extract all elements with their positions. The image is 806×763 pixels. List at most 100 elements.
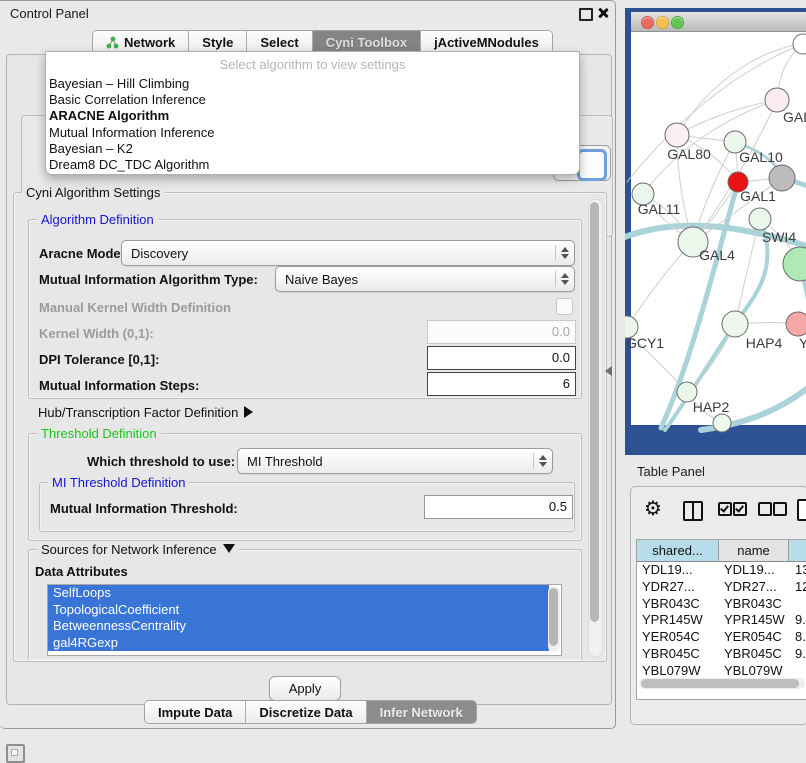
dropdown-item[interactable]: Dream8 DC_TDC Algorithm <box>46 157 579 173</box>
desktop: { "colors": { "accent_blue": "#3875d7", … <box>0 0 806 762</box>
mini-panel-icon[interactable] <box>6 744 25 763</box>
hub-section-label: Hub/Transcription Factor Definition <box>38 405 238 420</box>
table-cell <box>795 663 806 676</box>
minimize-traffic-light[interactable] <box>656 16 669 29</box>
dropdown-item[interactable]: Bayesian – K2 <box>46 141 579 157</box>
table-cell: YBR045C <box>724 646 786 663</box>
data-attribute-item[interactable]: gal4RGexp <box>48 635 549 652</box>
float-panel-icon[interactable] <box>579 8 593 21</box>
columns-icon[interactable] <box>683 501 703 521</box>
manual-kernel-width-checkbox[interactable] <box>556 298 573 315</box>
table-cell: YBR043C <box>642 596 716 613</box>
data-attribute-item[interactable]: BetweennessCentrality <box>48 618 549 635</box>
attr-items-container: SelfLoopsTopologicalCoefficientBetweenne… <box>48 585 561 651</box>
mi-steps-field[interactable]: 6 <box>427 372 576 396</box>
table-hscrollbar[interactable] <box>639 678 805 689</box>
table-row[interactable]: YBR045CYBR045C9. <box>637 646 806 663</box>
table-row[interactable]: YER054CYER054C8. <box>637 629 806 646</box>
which-threshold-combo[interactable]: MI Threshold <box>237 448 553 474</box>
column-header-partial[interactable] <box>789 540 806 562</box>
table-panel: ⚙ shared... name YDL19...YDL19...13YDR27… <box>630 486 806 725</box>
tab-cyni-toolbox[interactable]: Cyni Toolbox <box>313 31 421 53</box>
close-traffic-light[interactable] <box>641 16 654 29</box>
network-node-label: GCY1 <box>626 335 664 351</box>
mi-algorithm-type-combo[interactable]: Naive Bayes <box>275 266 575 292</box>
tab-infer-network[interactable]: Infer Network <box>367 701 476 723</box>
network-node-label: GAL <box>783 109 806 125</box>
table-hscrollbar-thumb[interactable] <box>641 679 799 688</box>
data-attribute-item[interactable]: TopologicalCoefficient <box>48 602 549 619</box>
apply-button[interactable]: Apply <box>269 676 341 701</box>
dropdown-item[interactable]: Basic Correlation Inference <box>46 92 579 108</box>
combo-arrow-button[interactable] <box>577 149 607 181</box>
mi-threshold-definition-title: MI Threshold Definition <box>48 475 189 490</box>
network-node-y[interactable] <box>786 312 806 336</box>
table-row[interactable]: YDL19...YDL19...13 <box>637 562 806 579</box>
network-node-swi4[interactable] <box>749 208 771 230</box>
network-node[interactable] <box>783 247 806 281</box>
close-icon[interactable] <box>597 7 608 18</box>
zoom-traffic-light[interactable] <box>671 16 684 29</box>
attr-list-scrollbar-thumb[interactable] <box>549 588 558 646</box>
dpi-tolerance-field[interactable]: 0.0 <box>427 346 576 370</box>
stepper-arrows-icon <box>533 453 552 469</box>
tab-select[interactable]: Select <box>247 31 312 53</box>
table-cell: YER054C <box>642 629 716 646</box>
threshold-definition-group: Threshold Definition Which threshold to … <box>28 433 582 541</box>
attr-list-scrollbar[interactable] <box>548 586 560 652</box>
tab-jactivemnodules[interactable]: jActiveMNodules <box>421 31 552 53</box>
table-row[interactable]: YPR145WYPR145W9. <box>637 612 806 629</box>
table-cell: 9. <box>795 646 806 663</box>
column-header-name[interactable]: name <box>719 540 789 562</box>
tab-impute-data[interactable]: Impute Data <box>145 701 246 723</box>
document-icon[interactable] <box>797 499 806 521</box>
network-node-hap4[interactable] <box>722 311 748 337</box>
table-cell: 8. <box>795 629 806 646</box>
select-all-checkbox-icon[interactable] <box>718 502 732 516</box>
data-attributes-list[interactable]: SelfLoopsTopologicalCoefficientBetweenne… <box>47 584 562 656</box>
aracne-mode-label: Aracne Mode: <box>39 246 125 261</box>
network-node-label: GAL4 <box>699 247 735 263</box>
table-cell: YBL079W <box>724 663 786 676</box>
manual-kernel-width-label: Manual Kernel Width Definition <box>39 300 231 315</box>
hub-section-toggle[interactable]: Hub/Transcription Factor Definition <box>38 405 253 420</box>
sources-group-title[interactable]: Sources for Network Inference <box>37 542 239 557</box>
network-edge[interactable] <box>627 242 693 327</box>
stepper-arrows-icon <box>555 271 574 287</box>
which-threshold-label: Which threshold to use: <box>87 454 235 469</box>
gear-icon[interactable]: ⚙ <box>644 496 662 520</box>
tab-style[interactable]: Style <box>189 31 247 53</box>
network-window-titlebar[interactable] <box>631 12 806 32</box>
network-icon <box>106 36 119 49</box>
deselect-all-checkbox-icon2[interactable] <box>773 502 787 516</box>
network-canvas[interactable]: GALGAL80GAL10GAL1GAL11GAL4SWI4GCY1HAP4YH… <box>631 32 806 425</box>
splitter-collapse-icon[interactable] <box>605 366 612 376</box>
select-all-checkbox-icon2[interactable] <box>733 502 747 516</box>
kernel-width-field[interactable]: 0.0 <box>427 320 576 344</box>
network-node[interactable] <box>713 414 731 432</box>
mi-threshold-field[interactable]: 0.5 <box>424 495 573 519</box>
table-row[interactable]: YDR27...YDR27...12 <box>637 579 806 596</box>
deselect-all-checkbox-icon[interactable] <box>758 502 772 516</box>
dropdown-item[interactable]: ARACNE Algorithm <box>46 108 579 124</box>
settings-scrollbar[interactable] <box>588 199 603 657</box>
settings-scrollbar-thumb[interactable] <box>590 202 599 622</box>
aracne-mode-combo[interactable]: Discovery <box>121 240 575 266</box>
table-row[interactable]: YBR043CYBR043C <box>637 596 806 613</box>
data-attribute-item[interactable]: SelfLoops <box>48 585 549 602</box>
table-cell: YDR27... <box>642 579 716 596</box>
network-node-label: HAP4 <box>746 335 783 351</box>
tab-network[interactable]: Network <box>93 31 189 53</box>
dropdown-item[interactable]: Bayesian – Hill Climbing <box>46 76 579 92</box>
network-node-gal80[interactable] <box>665 123 689 147</box>
column-header-shared-name[interactable]: shared... <box>637 540 719 562</box>
table-cell: YDL19... <box>724 562 786 579</box>
dropdown-item[interactable]: Mutual Information Inference <box>46 125 579 141</box>
tab-discretize-data[interactable]: Discretize Data <box>246 701 366 723</box>
network-canvas-svg: GALGAL80GAL10GAL1GAL11GAL4SWI4GCY1HAP4YH… <box>631 32 806 425</box>
kernel-width-label: Kernel Width (0,1): <box>39 326 154 341</box>
table-row[interactable]: YBL079WYBL079W <box>637 663 806 676</box>
network-node-label: GAL11 <box>638 201 681 217</box>
dpi-tolerance-label: DPI Tolerance [0,1]: <box>39 352 159 367</box>
network-view-window[interactable]: GALGAL80GAL10GAL1GAL11GAL4SWI4GCY1HAP4YH… <box>625 8 806 455</box>
